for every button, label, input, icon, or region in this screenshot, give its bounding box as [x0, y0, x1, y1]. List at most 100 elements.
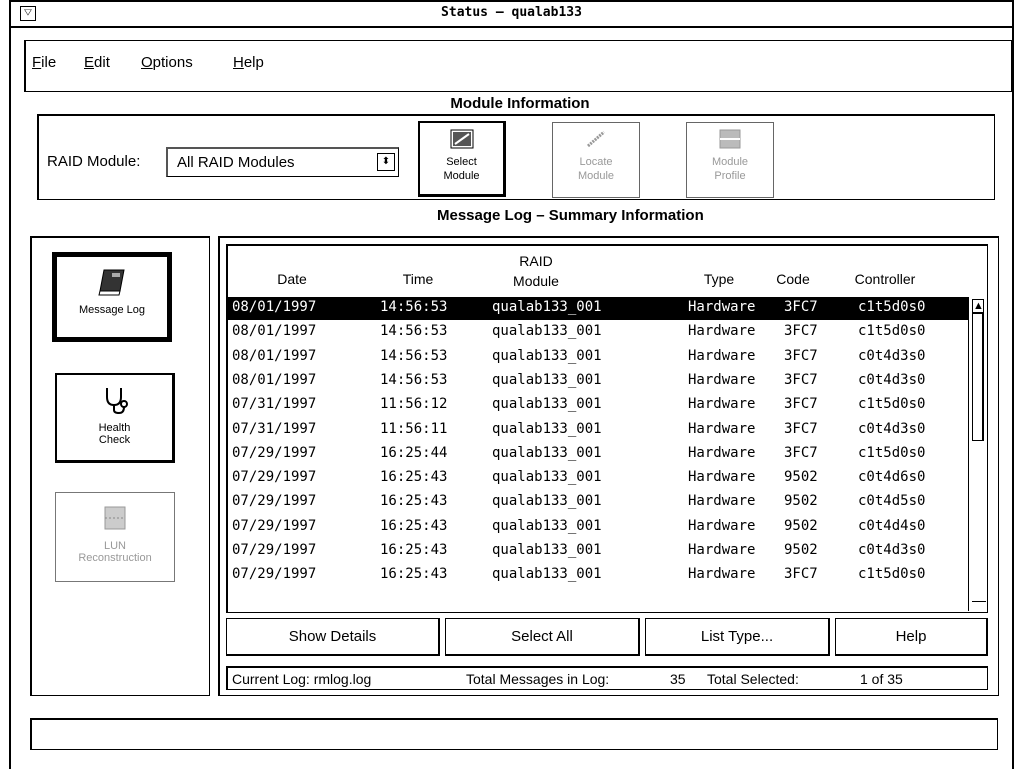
- lun-reconstruction-icon: [104, 506, 126, 530]
- lun-reconstruction-view-button[interactable]: LUN Reconstruction: [55, 492, 175, 582]
- select-module-button[interactable]: Select Module: [418, 121, 506, 197]
- stethoscope-icon: [105, 388, 128, 415]
- cell-raid-module: qualab133_001: [492, 493, 602, 510]
- cell-raid-module: qualab133_001: [492, 299, 602, 315]
- cell-date: 07/29/1997: [232, 469, 317, 486]
- cell-code: 3FC7: [784, 299, 818, 315]
- column-header-time[interactable]: Time: [393, 271, 443, 287]
- cell-time: 11:56:12: [380, 396, 448, 413]
- cell-controller: c0t4d3s0: [858, 420, 926, 437]
- raid-module-value: All RAID Modules: [177, 154, 295, 171]
- cell-type: Hardware: [688, 299, 756, 315]
- module-profile-icon: [719, 129, 741, 149]
- dropdown-arrow-icon[interactable]: ⬍: [377, 153, 395, 171]
- cell-controller: c0t4d3s0: [858, 542, 926, 558]
- table-row[interactable]: 07/29/1997 16:25:43 qualab133_001 Hardware 9…: [228, 516, 968, 539]
- vertical-scrollbar[interactable]: ▲: [968, 297, 986, 611]
- table-row[interactable]: 07/29/1997 16:25:43 qualab133_001 Hardware 9…: [228, 491, 968, 514]
- cell-time: 16:25:44: [380, 444, 448, 461]
- cell-raid-module: qualab133_001: [492, 566, 602, 583]
- column-header-raid[interactable]: RAID: [496, 253, 576, 269]
- table-row[interactable]: 08/01/1997 14:56:53 qualab133_001 Hardware 3…: [228, 346, 968, 369]
- cell-type: Hardware: [688, 347, 756, 364]
- select-module-label-1: Select: [446, 156, 477, 168]
- cell-type: Hardware: [688, 371, 756, 388]
- table-row[interactable]: 07/29/1997 16:25:43 qualab133_001 Hardware 3…: [228, 564, 968, 587]
- table-row[interactable]: 08/01/1997 14:56:53 qualab133_001 Hardware 3…: [228, 297, 968, 320]
- cell-raid-module: qualab133_001: [492, 444, 602, 461]
- cell-date: 07/29/1997: [232, 444, 317, 461]
- show-details-button[interactable]: Show Details: [226, 618, 440, 656]
- menu-file[interactable]: File: [32, 54, 56, 71]
- cell-time: 16:25:43: [380, 493, 448, 510]
- cell-raid-module: qualab133_001: [492, 420, 602, 437]
- cell-code: 3FC7: [784, 444, 818, 461]
- module-profile-label-1: Module: [711, 156, 749, 168]
- cell-type: Hardware: [688, 542, 756, 558]
- message-bar: [30, 718, 998, 750]
- cell-raid-module: qualab133_001: [492, 542, 602, 558]
- cell-date: 08/01/1997: [232, 323, 317, 340]
- cell-time: 14:56:53: [380, 347, 448, 364]
- total-selected-value: 1 of 35: [860, 671, 903, 687]
- cell-controller: c1t5d0s0: [858, 444, 926, 461]
- total-messages-value: 35: [670, 671, 686, 687]
- health-check-view-button[interactable]: Health Check: [55, 373, 175, 463]
- column-header-module[interactable]: Module: [496, 273, 576, 289]
- cell-controller: c0t4d4s0: [858, 517, 926, 534]
- locate-module-button[interactable]: Locate Module: [552, 122, 640, 198]
- cell-type: Hardware: [688, 493, 756, 510]
- cell-controller: c1t5d0s0: [858, 566, 926, 583]
- table-row[interactable]: 07/29/1997 16:25:43 qualab133_001 Hardware 9…: [228, 540, 968, 563]
- cell-type: Hardware: [688, 420, 756, 437]
- column-header-code[interactable]: Code: [768, 271, 818, 287]
- locate-module-label-1: Locate: [579, 156, 613, 168]
- scroll-thumb[interactable]: [972, 313, 984, 441]
- message-log-view-button[interactable]: Message Log: [52, 252, 172, 342]
- total-selected-label: Total Selected:: [707, 671, 799, 687]
- cell-time: 16:25:43: [380, 517, 448, 534]
- table-row[interactable]: 07/31/1997 11:56:12 qualab133_001 Hardware 3…: [228, 394, 968, 417]
- cell-code: 3FC7: [784, 566, 818, 583]
- module-profile-label-2: Profile: [714, 170, 746, 182]
- cell-raid-module: qualab133_001: [492, 396, 602, 413]
- table-row[interactable]: 07/29/1997 16:25:43 qualab133_001 Hardware 9…: [228, 467, 968, 490]
- menu-options[interactable]: Options: [141, 54, 193, 71]
- cell-code: 3FC7: [784, 420, 818, 437]
- cell-type: Hardware: [688, 517, 756, 534]
- lun-reconstruction-label-2: Reconstruction: [78, 552, 152, 564]
- table-row[interactable]: 07/29/1997 16:25:44 qualab133_001 Hardware 3…: [228, 443, 968, 466]
- help-button[interactable]: Help: [835, 618, 988, 656]
- raid-module-dropdown[interactable]: All RAID Modules ⬍: [166, 147, 399, 177]
- current-log-text: Current Log: rmlog.log: [232, 671, 372, 687]
- menu-bar: File Edit Options Help: [24, 40, 1012, 92]
- cell-date: 07/31/1997: [232, 420, 317, 437]
- cell-time: 11:56:11: [380, 420, 448, 437]
- menu-edit[interactable]: Edit: [84, 54, 110, 71]
- table-row[interactable]: 08/01/1997 14:56:53 qualab133_001 Hardware 3…: [228, 370, 968, 393]
- column-header-date[interactable]: Date: [262, 271, 322, 287]
- cell-code: 9502: [784, 542, 818, 558]
- list-type-button[interactable]: List Type...: [645, 618, 830, 656]
- cell-date: 08/01/1997: [232, 347, 317, 364]
- module-profile-button[interactable]: Module Profile: [686, 122, 774, 198]
- window-title: Status – qualab133: [441, 5, 582, 20]
- cell-time: 14:56:53: [380, 299, 448, 315]
- locate-module-label-2: Module: [577, 170, 615, 182]
- cell-controller: c0t4d3s0: [858, 371, 926, 388]
- cell-controller: c0t4d6s0: [858, 469, 926, 486]
- select-all-button[interactable]: Select All: [445, 618, 640, 656]
- menu-help[interactable]: Help: [233, 54, 264, 71]
- table-row[interactable]: 08/01/1997 14:56:53 qualab133_001 Hardware 3…: [228, 321, 968, 344]
- table-row[interactable]: 07/31/1997 11:56:11 qualab133_001 Hardware 3…: [228, 419, 968, 442]
- column-header-controller[interactable]: Controller: [840, 271, 930, 287]
- column-header-type[interactable]: Type: [694, 271, 744, 287]
- cell-code: 3FC7: [784, 347, 818, 364]
- cell-date: 08/01/1997: [232, 299, 317, 315]
- cell-code: 3FC7: [784, 396, 818, 413]
- cell-date: 07/29/1997: [232, 542, 317, 558]
- cell-controller: c1t5d0s0: [858, 323, 926, 340]
- cell-raid-module: qualab133_001: [492, 323, 602, 340]
- cell-raid-module: qualab133_001: [492, 517, 602, 534]
- scroll-up-icon[interactable]: ▲: [972, 299, 984, 313]
